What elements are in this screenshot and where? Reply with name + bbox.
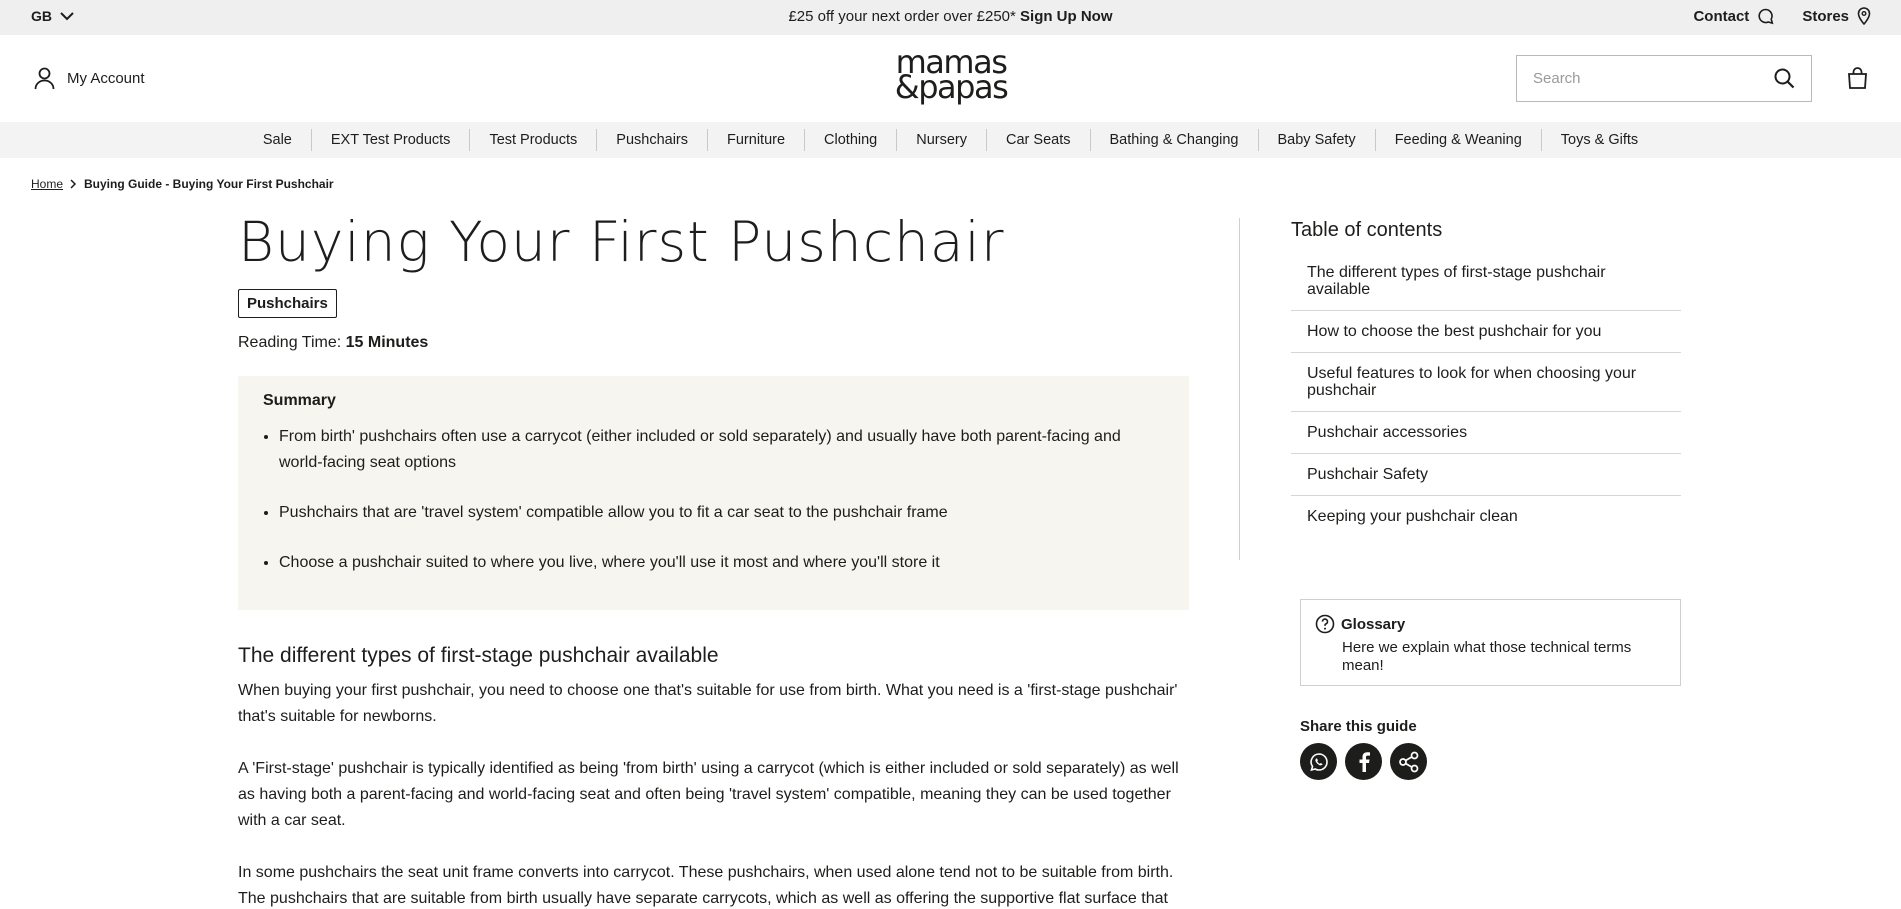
summary-item: From birth' pushchairs often use a carry… <box>279 424 1165 476</box>
nav-item-nursery[interactable]: Nursery <box>897 129 988 151</box>
user-icon <box>34 67 55 90</box>
nav-item-pushchairs[interactable]: Pushchairs <box>597 129 709 151</box>
toc-item[interactable]: Pushchair Safety <box>1291 454 1681 496</box>
search-input[interactable] <box>1533 70 1774 87</box>
shopping-bag-icon[interactable] <box>1847 67 1868 89</box>
facebook-share-button[interactable] <box>1345 743 1382 780</box>
glossary-text: Here we explain what those technical ter… <box>1342 639 1632 674</box>
vertical-divider <box>1239 218 1240 560</box>
promo-bar: GB £25 off your next order over £250* Si… <box>0 0 1901 35</box>
whatsapp-share-button[interactable] <box>1300 743 1337 780</box>
search-box[interactable] <box>1516 55 1812 102</box>
my-account-label: My Account <box>67 70 145 87</box>
breadcrumb-home-link[interactable]: Home <box>31 177 63 191</box>
toc-title: Table of contents <box>1291 219 1443 241</box>
page-title: Buying Your First Pushchair <box>238 210 1005 274</box>
summary-title: Summary <box>263 392 336 409</box>
toc-item[interactable]: The different types of first-stage pushc… <box>1291 252 1681 311</box>
nav-item-sale[interactable]: Sale <box>244 129 312 151</box>
nav-item-car-seats[interactable]: Car Seats <box>987 129 1091 151</box>
promo-message: £25 off your next order over £250* Sign … <box>0 8 1901 25</box>
toc-item[interactable]: Keeping your pushchair clean <box>1291 496 1681 537</box>
site-header: My Account mamas &papas <box>0 35 1901 122</box>
contact-link[interactable]: Contact <box>1693 7 1774 25</box>
breadcrumb: Home Buying Guide - Buying Your First Pu… <box>31 177 334 191</box>
nav-item-bathing-changing[interactable]: Bathing & Changing <box>1091 129 1259 151</box>
toc-item[interactable]: Pushchair accessories <box>1291 412 1681 454</box>
section-heading: The different types of first-stage pushc… <box>238 644 719 667</box>
table-of-contents: Table of contents The different types of… <box>1291 219 1681 537</box>
share-icon <box>1398 751 1418 772</box>
category-tag[interactable]: Pushchairs <box>238 289 337 318</box>
nav-item-toys-gifts[interactable]: Toys & Gifts <box>1542 129 1657 151</box>
contact-label: Contact <box>1693 7 1750 25</box>
toc-item[interactable]: Useful features to look for when choosin… <box>1291 353 1681 412</box>
glossary-box[interactable]: Glossary Here we explain what those tech… <box>1300 599 1681 686</box>
article-paragraph: A 'First-stage' pushchair is typically i… <box>238 760 1179 829</box>
chat-bubble-icon <box>1758 8 1774 24</box>
stores-link[interactable]: Stores <box>1802 7 1871 25</box>
nav-item-baby-safety[interactable]: Baby Safety <box>1259 129 1376 151</box>
breadcrumb-current: Buying Guide - Buying Your First Pushcha… <box>84 177 334 191</box>
search-icon[interactable] <box>1774 68 1795 89</box>
location-pin-icon <box>1857 7 1871 25</box>
glossary-header: Glossary <box>1315 614 1666 634</box>
chevron-right-icon <box>70 179 77 189</box>
reading-time-label: Reading Time: <box>238 334 342 351</box>
article-paragraph: When buying your first pushchair, you ne… <box>238 682 1178 725</box>
nav-item-furniture[interactable]: Furniture <box>708 129 806 151</box>
share-button[interactable] <box>1390 743 1427 780</box>
nav-item-feeding-weaning[interactable]: Feeding & Weaning <box>1376 129 1542 151</box>
summary-item: Choose a pushchair suited to where you l… <box>279 550 1165 576</box>
share-section: Share this guide <box>1300 718 1427 780</box>
facebook-icon <box>1359 751 1370 772</box>
summary-item: Pushchairs that are 'travel system' comp… <box>279 500 1165 526</box>
nav-item-test-products[interactable]: Test Products <box>470 129 598 151</box>
article-paragraph: In some pushchairs the seat unit frame c… <box>238 864 1174 907</box>
toc-item[interactable]: How to choose the best pushchair for you <box>1291 311 1681 353</box>
logo-line-2: &papas <box>894 68 1009 106</box>
nav-item-ext-test-products[interactable]: EXT Test Products <box>312 129 471 151</box>
sign-up-link[interactable]: Sign Up Now <box>1020 8 1113 25</box>
article: Buying Your First Pushchair Pushchairs R… <box>238 210 1189 909</box>
promo-text: £25 off your next order over £250* <box>788 8 1016 25</box>
reading-time: Reading Time: 15 Minutes <box>238 334 1189 352</box>
summary-list: From birth' pushchairs often use a carry… <box>263 424 1165 576</box>
summary-box: Summary From birth' pushchairs often use… <box>238 376 1189 610</box>
stores-label: Stores <box>1802 7 1849 25</box>
whatsapp-icon <box>1309 752 1328 771</box>
main-navigation: Sale EXT Test Products Test Products Pus… <box>0 122 1901 158</box>
reading-time-value: 15 Minutes <box>345 334 429 351</box>
nav-item-clothing[interactable]: Clothing <box>805 129 898 151</box>
question-circle-icon <box>1315 614 1335 634</box>
glossary-title: Glossary <box>1341 615 1406 633</box>
share-label: Share this guide <box>1300 718 1417 735</box>
site-logo[interactable]: mamas &papas <box>884 46 1018 106</box>
my-account-link[interactable]: My Account <box>34 67 145 90</box>
